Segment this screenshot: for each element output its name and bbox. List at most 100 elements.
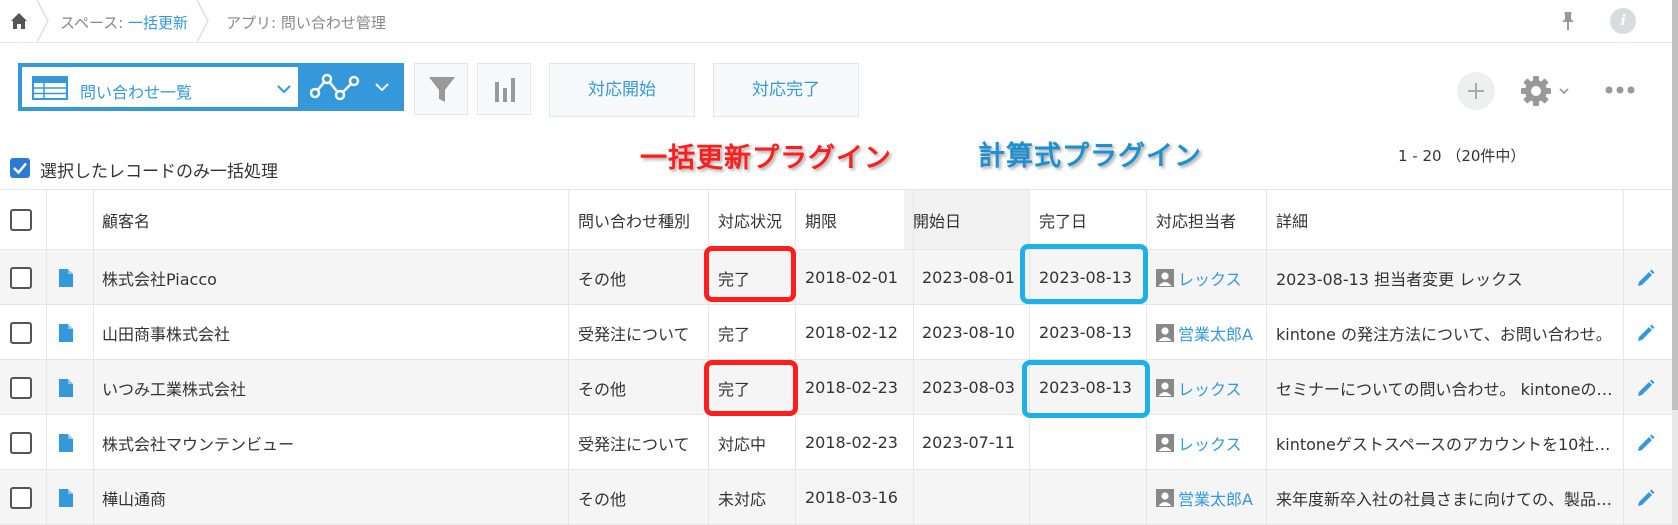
column-header-status[interactable]: 対応状況 bbox=[718, 190, 798, 249]
more-icon[interactable] bbox=[1604, 84, 1636, 96]
breadcrumb-separator bbox=[36, 0, 49, 42]
column-divider bbox=[708, 189, 709, 525]
column-header-customer[interactable]: 顧客名 bbox=[102, 190, 562, 249]
row-checkbox[interactable] bbox=[10, 321, 32, 344]
user-icon bbox=[1156, 268, 1174, 287]
add-record-button[interactable] bbox=[1457, 72, 1495, 110]
cell-done-date bbox=[1039, 415, 1145, 470]
column-header-type[interactable]: 問い合わせ種別 bbox=[578, 190, 708, 249]
breadcrumb-app[interactable]: アプリ: 問い合わせ管理 bbox=[226, 12, 386, 33]
view-selector[interactable]: 問い合わせ一覧 bbox=[18, 63, 302, 111]
row-detail-link[interactable] bbox=[59, 305, 79, 360]
document-icon bbox=[59, 433, 73, 452]
cell-assignee[interactable]: 営業太郎A bbox=[1156, 305, 1264, 360]
action-complete-button[interactable]: 対応完了 bbox=[713, 63, 859, 117]
row-detail-link[interactable] bbox=[59, 250, 79, 305]
row-checkbox[interactable] bbox=[10, 376, 32, 399]
column-header-deadline[interactable]: 期限 bbox=[805, 190, 905, 249]
column-header-assignee[interactable]: 対応担当者 bbox=[1156, 190, 1256, 249]
document-icon bbox=[59, 323, 73, 342]
pin-icon[interactable] bbox=[1558, 10, 1578, 32]
column-divider bbox=[1029, 189, 1030, 525]
graph-menu-button[interactable] bbox=[300, 63, 404, 111]
cell-customer: 株式会社マウンテンビュー bbox=[102, 434, 295, 454]
column-header-start-date[interactable]: 開始日 bbox=[904, 190, 1029, 249]
graph-icon bbox=[310, 73, 360, 101]
pagination-info: 1 - 20 （20件中） bbox=[1398, 147, 1526, 165]
chevron-down-icon bbox=[277, 85, 291, 94]
cell-detail: 来年度新卒入社の社員さまに向けての、製品… bbox=[1276, 489, 1613, 509]
info-icon[interactable]: i bbox=[1610, 8, 1636, 34]
table-row[interactable]: 山田商事株式会社 受発注について 完了 2018-02-12 2023-08-10 202… bbox=[0, 305, 1678, 360]
pencil-icon bbox=[1638, 269, 1655, 286]
breadcrumb-space-link[interactable]: 一括更新 bbox=[128, 14, 188, 32]
row-detail-link[interactable] bbox=[59, 415, 79, 470]
row-checkbox[interactable] bbox=[10, 431, 32, 454]
filter-button[interactable] bbox=[414, 63, 468, 115]
row-select-cell bbox=[10, 470, 40, 525]
cell-customer: 樺山通商 bbox=[102, 489, 167, 509]
cell-detail: 2023-08-13 担当者変更 レックス bbox=[1276, 269, 1523, 289]
row-select-cell bbox=[10, 305, 40, 360]
table-header-row: 顧客名 問い合わせ種別 対応状況 期限 開始日 完了日 対応担当者 詳細 bbox=[0, 189, 1678, 250]
bar-chart-icon bbox=[495, 78, 515, 102]
table-row[interactable]: 株式会社マウンテンビュー 受発注について 対応中 2018-02-23 2023-07-… bbox=[0, 415, 1678, 470]
breadcrumb-space-prefix: スペース: bbox=[60, 14, 129, 32]
chart-button[interactable] bbox=[477, 63, 531, 115]
edit-button[interactable] bbox=[1636, 250, 1660, 305]
highlight-status-row1 bbox=[704, 246, 796, 302]
select-all-cell bbox=[10, 190, 40, 249]
column-divider bbox=[1266, 189, 1267, 525]
check-icon bbox=[13, 162, 27, 175]
cell-detail: セミナーについての問い合わせ。 kintoneの… bbox=[1276, 379, 1613, 399]
assignee-name[interactable]: レックス bbox=[1178, 431, 1242, 455]
select-all-checkbox[interactable] bbox=[10, 208, 32, 231]
cell-type: 受発注について bbox=[578, 434, 690, 454]
cell-assignee[interactable]: レックス bbox=[1156, 250, 1264, 305]
row-detail-link[interactable] bbox=[59, 360, 79, 415]
pencil-icon bbox=[1638, 324, 1655, 341]
cell-assignee[interactable]: レックス bbox=[1156, 360, 1264, 415]
breadcrumb-separator bbox=[196, 0, 209, 42]
row-select-cell bbox=[10, 415, 40, 470]
pencil-icon bbox=[1638, 379, 1655, 396]
cell-type: その他 bbox=[578, 489, 627, 509]
highlight-done-row1 bbox=[1020, 244, 1148, 304]
assignee-name[interactable]: 営業太郎A bbox=[1178, 486, 1253, 510]
bulk-select-checkbox[interactable] bbox=[10, 158, 30, 178]
user-icon bbox=[1156, 488, 1174, 507]
edit-button[interactable] bbox=[1636, 360, 1660, 415]
assignee-name[interactable]: レックス bbox=[1178, 376, 1242, 400]
cell-type: その他 bbox=[578, 269, 627, 289]
assignee-name[interactable]: レックス bbox=[1178, 266, 1242, 290]
home-icon[interactable] bbox=[8, 10, 30, 32]
column-header-done-date[interactable]: 完了日 bbox=[1039, 190, 1139, 249]
column-divider bbox=[913, 189, 914, 525]
table-row[interactable]: 樺山通商 その他 未対応 2018-03-16 営業太郎A 来年度新卒入社の社員さまに向け… bbox=[0, 470, 1678, 525]
pencil-icon bbox=[1638, 434, 1655, 451]
action-start-button[interactable]: 対応開始 bbox=[549, 63, 695, 117]
annotation-bulk-update-plugin: 一括更新プラグイン bbox=[640, 143, 892, 174]
edit-button[interactable] bbox=[1636, 305, 1660, 360]
assignee-name[interactable]: 営業太郎A bbox=[1178, 321, 1253, 345]
user-icon bbox=[1156, 433, 1174, 452]
document-icon bbox=[59, 378, 73, 397]
pencil-icon bbox=[1638, 489, 1655, 506]
cell-assignee[interactable]: 営業太郎A bbox=[1156, 470, 1264, 525]
row-checkbox[interactable] bbox=[10, 486, 32, 509]
column-header-detail[interactable]: 詳細 bbox=[1276, 190, 1576, 249]
edit-button[interactable] bbox=[1636, 470, 1660, 525]
scrollbar-thumb[interactable] bbox=[1672, 0, 1678, 410]
highlight-done-row3 bbox=[1022, 360, 1150, 418]
settings-button[interactable] bbox=[1520, 73, 1572, 109]
row-checkbox[interactable] bbox=[10, 266, 32, 289]
user-icon bbox=[1156, 323, 1174, 342]
table-row[interactable]: 株式会社Piacco その他 完了 2018-02-01 2023-08-01 2023-… bbox=[0, 250, 1678, 305]
row-detail-link[interactable] bbox=[59, 470, 79, 525]
cell-assignee[interactable]: レックス bbox=[1156, 415, 1264, 470]
view-name: 問い合わせ一覧 bbox=[80, 83, 193, 102]
column-divider bbox=[795, 189, 796, 525]
table-row[interactable]: いつみ工業株式会社 その他 完了 2018-02-23 2023-08-03 2023-0… bbox=[0, 360, 1678, 415]
edit-button[interactable] bbox=[1636, 415, 1660, 470]
column-divider bbox=[568, 189, 569, 525]
